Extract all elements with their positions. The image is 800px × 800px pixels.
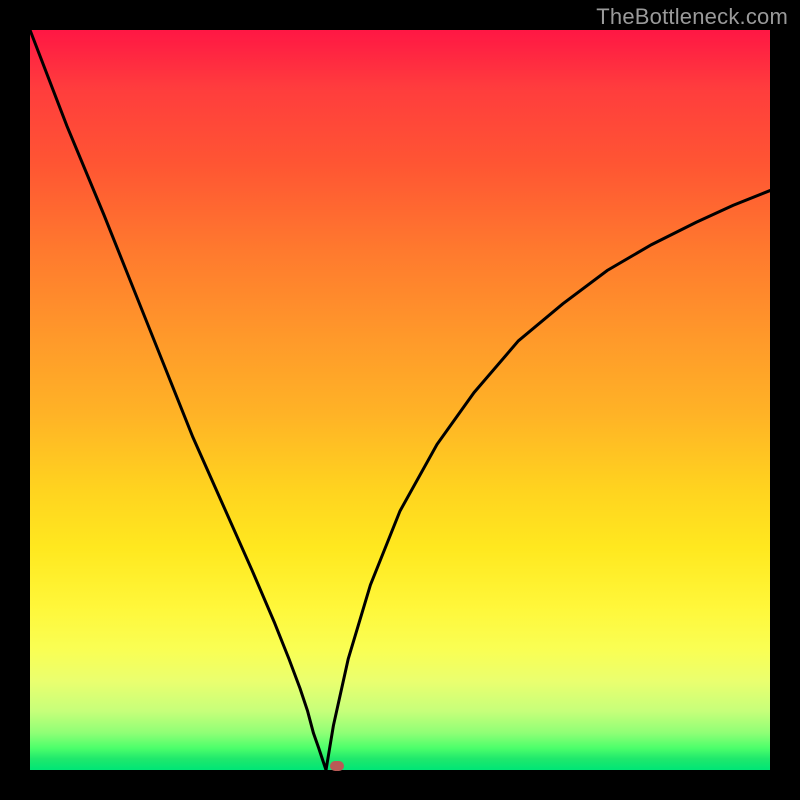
plot-area [30,30,770,770]
bottleneck-curve-path [30,30,770,770]
curve-svg [30,30,770,770]
optimal-point-marker [330,761,344,771]
chart-frame: TheBottleneck.com [0,0,800,800]
watermark-text: TheBottleneck.com [596,4,788,30]
